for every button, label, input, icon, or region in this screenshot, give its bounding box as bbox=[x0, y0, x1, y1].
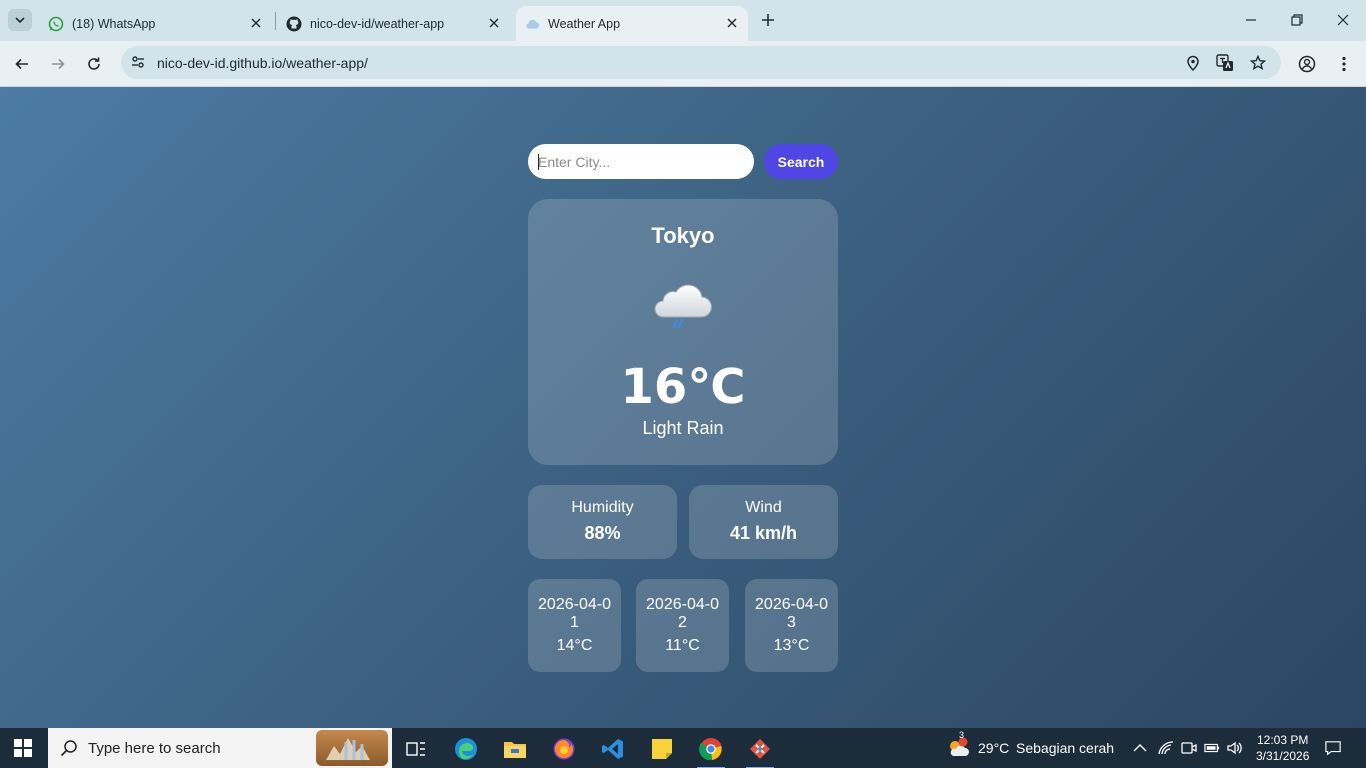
battery-icon[interactable] bbox=[1204, 740, 1220, 756]
forecast-card: 2026-04-02 11°C bbox=[636, 579, 729, 672]
translate-icon[interactable] bbox=[1216, 54, 1234, 72]
tab-whatsapp[interactable]: (18) WhatsApp bbox=[40, 6, 272, 41]
vscode-icon[interactable] bbox=[593, 732, 633, 766]
minimize-button[interactable] bbox=[1239, 8, 1263, 32]
forecast-date: 2026-04-02 bbox=[646, 596, 719, 631]
taskbar-weather-temp[interactable]: 29°C bbox=[978, 740, 1009, 756]
windows-start-icon[interactable] bbox=[14, 739, 32, 757]
task-view-icon[interactable] bbox=[396, 732, 436, 766]
more-vertical-icon bbox=[1342, 56, 1346, 72]
back-button[interactable] bbox=[10, 52, 34, 76]
close-tab-icon[interactable] bbox=[486, 15, 502, 31]
search-icon bbox=[60, 739, 78, 757]
edge-icon[interactable] bbox=[446, 732, 486, 766]
tab-search-button[interactable] bbox=[8, 9, 32, 31]
forecast-date: 2026-04-03 bbox=[755, 596, 828, 631]
tab-divider bbox=[275, 12, 276, 30]
forecast-date: 2026-04-01 bbox=[538, 596, 611, 631]
chrome-icon[interactable] bbox=[691, 732, 731, 768]
chevron-up-icon[interactable] bbox=[1132, 740, 1148, 756]
weather-app-page: Search Tokyo 16℃ Light Rain Humidity 88%… bbox=[0, 87, 1366, 728]
wind-label: Wind bbox=[745, 499, 782, 516]
forecast-card: 2026-04-01 14°C bbox=[528, 579, 621, 672]
browser-toolbar: nico-dev-id.github.io/weather-app/ bbox=[0, 41, 1366, 87]
clock-time: 12:03 PM bbox=[1257, 733, 1309, 747]
minimize-icon bbox=[1246, 19, 1256, 21]
sticky-notes-icon[interactable] bbox=[642, 732, 682, 766]
profile-button[interactable] bbox=[1295, 52, 1319, 76]
taskbar-search-placeholder: Type here to search bbox=[88, 740, 221, 757]
city-name: Tokyo bbox=[651, 223, 715, 248]
city-search-input[interactable] bbox=[528, 144, 754, 179]
file-explorer-icon[interactable] bbox=[495, 732, 535, 766]
site-settings-icon[interactable] bbox=[130, 54, 146, 70]
network-icon[interactable] bbox=[1158, 740, 1174, 756]
arrow-left-icon bbox=[15, 58, 28, 70]
tab-title: Weather App bbox=[548, 16, 621, 31]
temperature: 16℃ bbox=[620, 359, 746, 415]
text-cursor bbox=[538, 154, 539, 170]
restore-icon bbox=[1291, 14, 1303, 26]
meet-now-icon[interactable] bbox=[1181, 740, 1197, 756]
location-icon[interactable] bbox=[1184, 54, 1202, 72]
tab-weather-app[interactable]: Weather App bbox=[516, 6, 748, 41]
notifications-icon[interactable] bbox=[1325, 740, 1341, 756]
chevron-down-icon bbox=[15, 17, 25, 23]
weather-widget-icon[interactable] bbox=[946, 736, 970, 760]
cloud-icon bbox=[524, 16, 540, 32]
reload-button[interactable] bbox=[82, 52, 106, 76]
wind-value: 41 km/h bbox=[729, 523, 798, 543]
tab-strip: (18) WhatsApp nico-dev-id/weather-app We… bbox=[0, 0, 1366, 41]
tab-github[interactable]: nico-dev-id/weather-app bbox=[278, 6, 510, 41]
bookmark-star-icon[interactable] bbox=[1249, 54, 1267, 72]
humidity-label: Humidity bbox=[571, 499, 634, 516]
close-icon bbox=[1337, 14, 1349, 26]
tab-title: (18) WhatsApp bbox=[72, 16, 156, 31]
plus-icon bbox=[762, 14, 774, 26]
taskbar-weather-desc[interactable]: Sebagian cerah bbox=[1016, 740, 1114, 756]
humidity-card: Humidity 88% bbox=[528, 485, 677, 559]
weather-description: Light Rain bbox=[642, 418, 724, 438]
forecast-temp: 14°C bbox=[556, 637, 593, 654]
profile-icon bbox=[1298, 55, 1316, 73]
weather-alert-badge: 3 bbox=[959, 730, 965, 740]
clock-date: 3/31/2026 bbox=[1256, 749, 1310, 763]
forecast-temp: 11°C bbox=[665, 637, 700, 654]
forward-button[interactable] bbox=[46, 52, 70, 76]
forecast-temp: 13°C bbox=[773, 637, 810, 654]
taskbar: Type here to search 3 29°C Sebagian cera… bbox=[0, 728, 1366, 768]
arrow-right-icon bbox=[52, 58, 65, 70]
volume-icon[interactable] bbox=[1227, 740, 1243, 756]
taskbar-clock[interactable]: 12:03 PM 3/31/2026 bbox=[1256, 732, 1309, 764]
restore-button[interactable] bbox=[1285, 8, 1309, 32]
weather-card: Tokyo 16℃ Light Rain bbox=[528, 199, 838, 465]
search-button[interactable]: Search bbox=[764, 144, 838, 179]
close-tab-icon[interactable] bbox=[724, 15, 740, 31]
forecast-card: 2026-04-03 13°C bbox=[745, 579, 838, 672]
reload-icon bbox=[88, 57, 100, 70]
new-tab-button[interactable] bbox=[758, 10, 778, 30]
search-highlight-image[interactable] bbox=[316, 730, 388, 766]
tab-title: nico-dev-id/weather-app bbox=[310, 16, 445, 31]
humidity-value: 88% bbox=[584, 523, 621, 543]
close-window-button[interactable] bbox=[1331, 8, 1355, 32]
address-bar[interactable]: nico-dev-id.github.io/weather-app/ bbox=[121, 46, 1281, 79]
git-tool-icon[interactable] bbox=[740, 732, 780, 768]
taskbar-search-box[interactable]: Type here to search bbox=[48, 728, 392, 768]
whatsapp-icon bbox=[48, 16, 64, 32]
github-icon bbox=[286, 16, 302, 32]
browser-menu-button[interactable] bbox=[1332, 52, 1356, 76]
firefox-icon[interactable] bbox=[544, 732, 584, 766]
wind-card: Wind 41 km/h bbox=[689, 485, 838, 559]
close-tab-icon[interactable] bbox=[248, 15, 264, 31]
url-text[interactable]: nico-dev-id.github.io/weather-app/ bbox=[157, 55, 368, 71]
rain-cloud-icon bbox=[649, 275, 717, 335]
